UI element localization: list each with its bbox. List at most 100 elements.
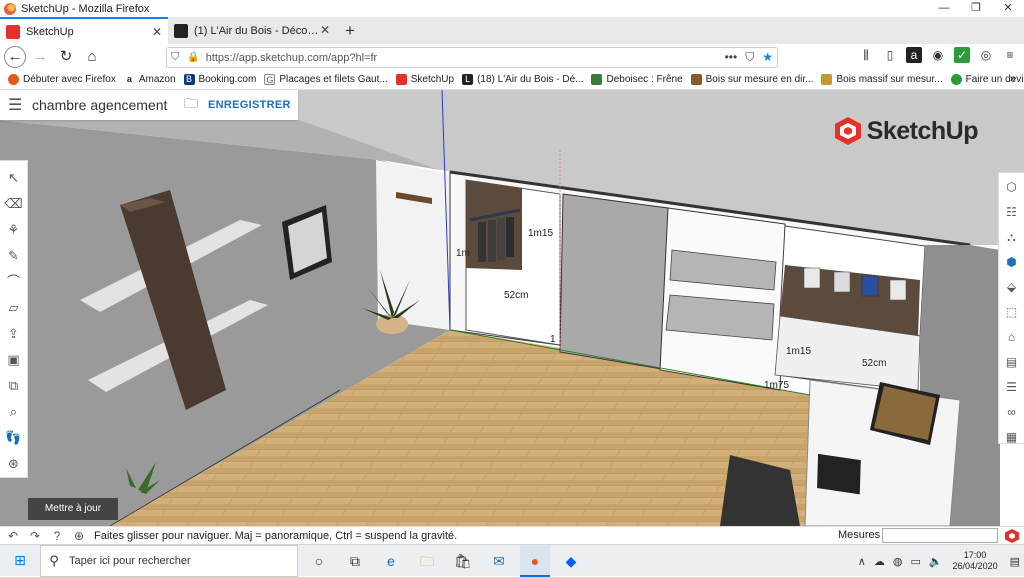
tape-measure-icon[interactable]: ⌕ xyxy=(4,399,24,425)
dimension-label: 1 xyxy=(550,334,556,345)
orbit-tool-icon[interactable]: ⊛ xyxy=(4,451,24,477)
solid-inspector-icon[interactable]: ▦ xyxy=(1002,425,1022,450)
task-view-icon[interactable]: ⧉ xyxy=(340,545,370,577)
search-placeholder[interactable]: Taper ici pour rechercher xyxy=(69,555,191,567)
close-tab-icon[interactable]: ✕ xyxy=(320,23,330,37)
bookmark-item[interactable]: L (18) L'Air du Bois - Dé... xyxy=(462,74,583,85)
close-tab-icon[interactable]: ✕ xyxy=(152,25,162,39)
sync-icon[interactable]: ◎ xyxy=(978,47,994,63)
menu-icon[interactable]: ≡ xyxy=(1002,47,1018,63)
new-tab-button[interactable]: + xyxy=(336,17,364,44)
account-icon[interactable]: ◉ xyxy=(930,47,946,63)
edge-icon[interactable]: e xyxy=(376,545,406,577)
tray-chevron-icon[interactable]: ∧ xyxy=(858,555,866,568)
styles-icon[interactable]: ⬚ xyxy=(1002,300,1022,325)
forward-button[interactable]: → xyxy=(28,46,52,68)
push-pull-icon[interactable]: ⇪ xyxy=(4,321,24,347)
bookmark-item[interactable]: Bois sur mesure en dir... xyxy=(690,74,813,85)
walk-tool-icon[interactable]: 👣 xyxy=(4,425,24,451)
tab-sketchup[interactable]: SketchUp ✕ xyxy=(0,17,168,44)
help-icon[interactable]: ? xyxy=(48,529,66,543)
amazon-extension-icon[interactable]: a xyxy=(906,47,922,63)
home-button[interactable]: ⌂ xyxy=(80,46,104,68)
pencil-tool-icon[interactable]: ✎ xyxy=(4,243,24,269)
firefox-icon xyxy=(4,2,16,15)
scenes-icon[interactable]: ▤ xyxy=(1002,350,1022,375)
windows-start-icon[interactable]: ⊞ xyxy=(0,552,40,569)
rectangle-tool-icon[interactable]: ▱ xyxy=(4,295,24,321)
lock-icon[interactable]: 🔒 xyxy=(187,52,199,63)
bookmark-label: Booking.com xyxy=(198,74,257,85)
bookmark-item[interactable]: Débuter avec Firefox xyxy=(8,74,116,85)
project-name[interactable]: chambre agencement xyxy=(32,97,182,113)
eraser-tool-icon[interactable]: ⌫ xyxy=(4,191,24,217)
checkmark-extension-icon[interactable]: ✓ xyxy=(954,47,970,63)
file-explorer-icon[interactable]: 🗀 xyxy=(412,545,442,577)
store-icon[interactable]: 🛍 xyxy=(448,545,478,577)
notifications-icon[interactable]: ▤ xyxy=(1010,555,1020,568)
battery-icon[interactable]: ▭ xyxy=(910,555,920,568)
back-button[interactable]: ← xyxy=(4,46,26,68)
components-icon[interactable]: ⛬ xyxy=(1002,225,1022,250)
display-icon[interactable]: ∞ xyxy=(1002,400,1022,425)
select-tool-icon[interactable]: ↖ xyxy=(4,165,24,191)
bookmark-item[interactable]: SketchUp xyxy=(395,74,454,85)
folder-icon[interactable]: 🗀 xyxy=(184,93,198,117)
tags-icon[interactable]: ⌂ xyxy=(1002,325,1022,350)
sketchup-viewport[interactable]: 52cm 1m15 1m 52cm 1m15 1m75 1 xyxy=(0,90,1024,526)
measures-input[interactable] xyxy=(882,528,998,543)
instructor-icon[interactable]: ☷ xyxy=(1002,200,1022,225)
hamburger-menu-icon[interactable]: ☰ xyxy=(8,95,24,115)
arc-tool-icon[interactable]: ⌒ xyxy=(4,269,24,295)
bookmark-item[interactable]: Deboisec : Frêne xyxy=(591,74,683,85)
bookmark-item[interactable]: G Placages et filets Gaut... xyxy=(264,74,388,85)
dimension-label: 1m15 xyxy=(528,228,553,239)
undo-icon[interactable]: ↶ xyxy=(4,529,22,543)
3d-warehouse-icon[interactable]: ⬢ xyxy=(1002,250,1022,275)
move-tool-icon[interactable]: ▣ xyxy=(4,347,24,373)
sketchup-logo-icon xyxy=(834,117,861,145)
sketchup-icon xyxy=(395,74,407,85)
update-button[interactable]: Mettre à jour xyxy=(28,498,118,520)
redo-icon[interactable]: ↷ xyxy=(26,529,44,543)
bookmark-item[interactable]: a Amazon xyxy=(124,74,176,85)
reload-button[interactable]: ↻ xyxy=(54,46,78,68)
taskbar-search-box[interactable]: ⚲ Taper ici pour rechercher xyxy=(40,544,298,577)
paint-bucket-icon[interactable]: ⚘ xyxy=(4,217,24,243)
network-icon[interactable]: ◍ xyxy=(893,555,903,568)
address-bar[interactable]: ⛉ 🔒 https://app.sketchup.com/app?hl=fr •… xyxy=(166,47,778,68)
dimension-label: 1m15 xyxy=(786,346,811,357)
mail-icon[interactable]: ✉ xyxy=(484,545,514,577)
air-du-bois-favicon-icon xyxy=(174,23,188,38)
clock[interactable]: 17:00 26/04/2020 xyxy=(953,550,998,572)
clock-time: 17:00 xyxy=(963,550,987,560)
maximize-button[interactable]: ❐ xyxy=(960,0,992,17)
sidebar-icon[interactable]: ▯ xyxy=(882,47,898,63)
pocket-icon[interactable]: ⛉ xyxy=(745,50,754,65)
globe-icon[interactable]: ⊕ xyxy=(70,529,88,543)
page-actions-icon[interactable]: ••• xyxy=(725,50,738,65)
onedrive-icon[interactable]: ☁ xyxy=(874,555,885,568)
close-window-button[interactable]: ✕ xyxy=(992,0,1024,17)
cortana-icon[interactable]: ○ xyxy=(304,545,334,577)
library-icon[interactable]: ⫼ xyxy=(858,47,874,63)
firefox-taskbar-icon[interactable]: ● xyxy=(520,544,550,577)
bookmark-item[interactable]: B Booking.com xyxy=(183,74,257,85)
bookmark-star-icon[interactable]: ★ xyxy=(762,50,773,65)
dimension-label: 52cm xyxy=(862,358,886,369)
save-button[interactable]: ENREGISTRER xyxy=(208,99,291,111)
offset-tool-icon[interactable]: ⧉ xyxy=(4,373,24,399)
outliner-icon[interactable]: ☰ xyxy=(1002,375,1022,400)
bookmark-item[interactable]: Bois massif sur mesur... xyxy=(821,74,943,85)
entity-info-icon[interactable]: ⬡ xyxy=(1002,175,1022,200)
volume-icon[interactable]: 🔈 xyxy=(929,555,943,568)
materials-icon[interactable]: ⬙ xyxy=(1002,275,1022,300)
bookmarks-overflow-icon[interactable]: » xyxy=(1010,73,1016,85)
tab-air-du-bois[interactable]: (1) L'Air du Bois - Découvrez, fa ✕ xyxy=(168,17,336,44)
minimize-button[interactable]: — xyxy=(928,0,960,17)
navigation-toolbar: ← → ↻ ⌂ ⛉ 🔒 https://app.sketchup.com/app… xyxy=(0,44,1024,70)
system-tray: ∧ ☁ ◍ ▭ 🔈 17:00 26/04/2020 ▤ xyxy=(854,545,1024,577)
dropbox-icon[interactable]: ◆ xyxy=(556,545,586,577)
tracking-shield-icon[interactable]: ⛉ xyxy=(171,51,179,64)
url-text[interactable]: https://app.sketchup.com/app?hl=fr xyxy=(206,52,378,64)
